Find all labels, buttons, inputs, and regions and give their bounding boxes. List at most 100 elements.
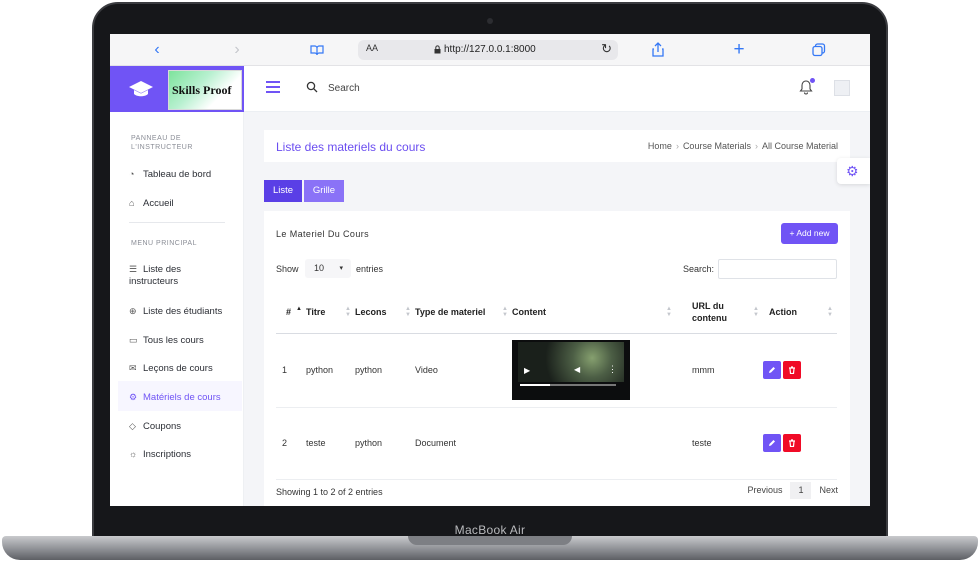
pencil-icon bbox=[769, 367, 775, 373]
share-icon[interactable] bbox=[647, 40, 669, 60]
sidebar-item-dashboard[interactable]: ◔ Tableau de bord bbox=[129, 168, 241, 181]
breadcrumb: Home › Course Materials › All Course Materia… bbox=[648, 141, 838, 151]
video-player[interactable]: ▶ ◀ ⋮ bbox=[512, 340, 630, 400]
delete-button[interactable] bbox=[783, 361, 801, 379]
sidebar-item-materials[interactable]: ⚙ Matériels de cours bbox=[129, 391, 241, 404]
sort-icon: ▲ ▼ bbox=[502, 306, 508, 318]
column-header-material-type[interactable]: Type de materiel ▲ ▼ bbox=[415, 291, 512, 334]
chevron-right-icon[interactable]: › bbox=[226, 40, 248, 60]
breadcrumb-home[interactable]: Home bbox=[648, 141, 672, 151]
cell-content: ▶ ◀ ⋮ bbox=[512, 333, 676, 408]
tag-icon: ◇ bbox=[129, 421, 136, 431]
breadcrumb-current: All Course Material bbox=[761, 141, 838, 151]
page-header: Liste des materiels du cours Home › Course… bbox=[264, 130, 850, 162]
sidebar-item-instructors[interactable]: ☰ Liste des instructeurs bbox=[129, 263, 229, 288]
cell-lesson: python bbox=[355, 333, 415, 408]
sidebar-item-home[interactable]: ⌂ Accueil bbox=[129, 197, 241, 210]
column-header-action[interactable]: Action ▲ ▼ bbox=[763, 291, 837, 334]
entries-label: entries bbox=[356, 264, 384, 274]
book-icon[interactable] bbox=[306, 40, 328, 60]
laptop-notch bbox=[408, 536, 572, 545]
sidebar: PANNEAU DE L'INSTRUCTEUR ◔ Tableau de bor… bbox=[110, 112, 244, 506]
materials-table: # ▲ Titre ▲ ▼ Lecons ▲ ▼ Type de materiel ▲ ▼ C… bbox=[276, 291, 837, 480]
table-search-input[interactable] bbox=[718, 259, 837, 279]
list-view-button[interactable]: Liste bbox=[264, 180, 302, 202]
cell-actions bbox=[763, 333, 837, 408]
sort-icon: ▲ ▼ bbox=[405, 306, 411, 318]
column-header-number[interactable]: # ▲ bbox=[276, 291, 306, 334]
brand-panel[interactable]: Skills Proof bbox=[110, 66, 244, 112]
sun-icon: ☼ bbox=[129, 449, 138, 459]
sidebar-item-lessons[interactable]: ✉ Leçons de cours bbox=[129, 362, 241, 375]
edit-button[interactable] bbox=[763, 361, 781, 379]
volume-icon[interactable]: ◀ bbox=[574, 365, 580, 374]
sort-asc-icon: ▲ bbox=[296, 306, 302, 312]
materials-card: Le Materiel Du Cours + Add new Show 10 ▾ … bbox=[264, 211, 850, 506]
show-label: Show bbox=[276, 264, 299, 274]
sort-icon: ▲ ▼ bbox=[666, 306, 672, 318]
add-new-button[interactable]: + Add new bbox=[781, 223, 838, 244]
pagination-page-1[interactable]: 1 bbox=[790, 482, 812, 499]
cell-title: python bbox=[306, 333, 355, 408]
sort-icon: ▲ ▼ bbox=[827, 306, 833, 318]
sidebar-section-title: MENU PRINCIPAL bbox=[131, 240, 197, 247]
breadcrumb-course-materials[interactable]: Course Materials bbox=[683, 141, 751, 151]
pencil-icon bbox=[769, 440, 775, 446]
sidebar-item-enrollments[interactable]: ☼ Inscriptions bbox=[129, 448, 241, 461]
sidebar-item-courses[interactable]: ▭ Tous les cours bbox=[129, 334, 241, 347]
device-model-label: MacBook Air bbox=[454, 523, 526, 537]
plus-icon[interactable]: + bbox=[728, 40, 750, 60]
entries-select[interactable]: 10 ▾ bbox=[305, 259, 351, 278]
cell-number: 1 bbox=[276, 333, 306, 408]
sort-icon: ▲ ▼ bbox=[753, 306, 759, 318]
column-header-content[interactable]: Content ▲ ▼ bbox=[512, 291, 676, 334]
delete-button[interactable] bbox=[783, 434, 801, 452]
search-trigger[interactable]: Search bbox=[328, 83, 360, 94]
chevron-left-icon[interactable]: ‹ bbox=[146, 40, 168, 60]
sidebar-item-label: Accueil bbox=[143, 198, 174, 209]
cell-number: 2 bbox=[276, 407, 306, 480]
pagination-next[interactable]: Next bbox=[819, 482, 838, 499]
column-header-lessons[interactable]: Lecons ▲ ▼ bbox=[355, 291, 415, 334]
menu-icon[interactable] bbox=[266, 81, 280, 93]
address-bar[interactable]: AA http://127.0.0.1:8000 ↻ bbox=[358, 40, 618, 60]
browser-toolbar: ‹ › AA http://127.0.0.1:8000 ↻ + bbox=[110, 34, 870, 66]
sidebar-item-coupons[interactable]: ◇ Coupons bbox=[129, 420, 241, 433]
globe-icon: ⊕ bbox=[129, 306, 137, 316]
chevron-down-icon: ▾ bbox=[339, 265, 343, 272]
avatar[interactable] bbox=[834, 80, 850, 96]
sort-icon: ▲ ▼ bbox=[345, 306, 351, 318]
sidebar-item-label: Matériels de cours bbox=[143, 392, 221, 403]
table-info: Showing 1 to 2 of 2 entries bbox=[276, 487, 383, 497]
trash-icon bbox=[789, 366, 795, 374]
column-header-title[interactable]: Titre ▲ ▼ bbox=[306, 291, 355, 334]
pagination-previous[interactable]: Previous bbox=[747, 482, 782, 499]
cell-type: Document bbox=[415, 407, 512, 480]
gear-icon: ⚙ bbox=[846, 163, 859, 179]
video-thumbnail bbox=[518, 342, 624, 382]
gear-icon: ⚙ bbox=[129, 392, 138, 402]
play-icon[interactable]: ▶ bbox=[524, 366, 530, 375]
url-text: http://127.0.0.1:8000 bbox=[444, 44, 536, 55]
cell-actions bbox=[763, 407, 837, 480]
grid-view-button[interactable]: Grille bbox=[304, 180, 344, 202]
tabs-icon[interactable] bbox=[808, 40, 830, 60]
sidebar-item-students[interactable]: ⊕ Liste des étudiants bbox=[129, 305, 241, 318]
sidebar-item-label: Liste des étudiants bbox=[143, 306, 223, 317]
column-header-content-url[interactable]: URL du contenu ▲ ▼ bbox=[676, 291, 763, 334]
cell-url: teste bbox=[676, 407, 763, 480]
sidebar-item-label: Inscriptions bbox=[143, 449, 192, 460]
table-row: 2 teste python Document teste bbox=[276, 407, 837, 480]
sidebar-item-label: Leçons de cours bbox=[143, 363, 213, 374]
cell-lesson: python bbox=[355, 407, 415, 480]
text-size-button[interactable]: AA bbox=[366, 43, 378, 53]
sidebar-item-label: Tableau de bord bbox=[143, 169, 212, 180]
edit-button[interactable] bbox=[763, 434, 781, 452]
book-icon: ▭ bbox=[129, 335, 138, 345]
settings-button[interactable]: ⚙ bbox=[837, 158, 870, 184]
more-options-icon[interactable]: ⋮ bbox=[608, 364, 617, 375]
reload-icon[interactable]: ↻ bbox=[601, 41, 612, 57]
list-icon: ☰ bbox=[129, 264, 138, 274]
video-progress-bar[interactable] bbox=[520, 384, 616, 386]
notification-dot bbox=[810, 78, 815, 83]
